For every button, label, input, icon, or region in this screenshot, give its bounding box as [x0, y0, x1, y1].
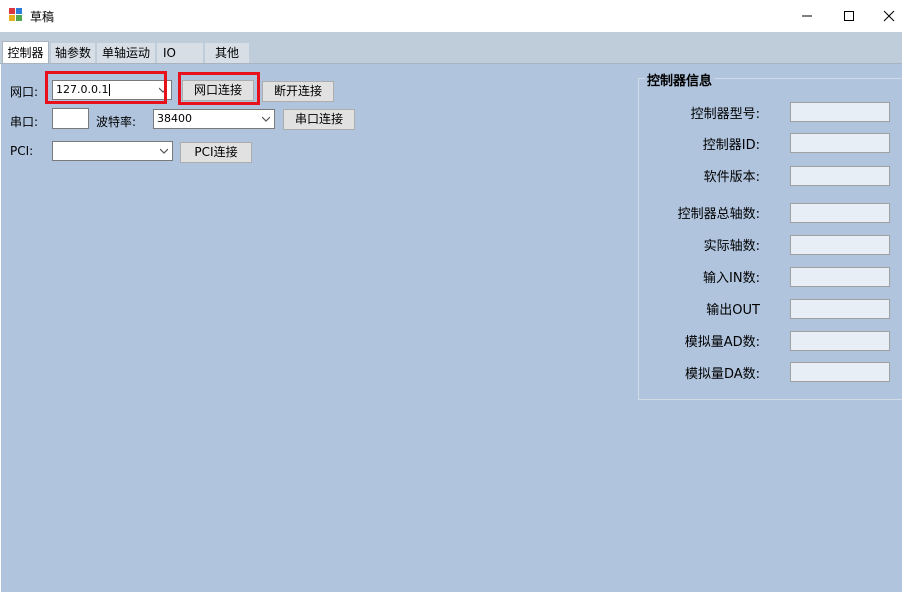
chevron-down-icon [262, 116, 270, 122]
pci-label: PCI: [10, 144, 34, 158]
close-icon [883, 10, 895, 22]
info-field-input-count [790, 267, 890, 287]
close-button[interactable] [866, 0, 902, 32]
info-field-total-axes [790, 203, 890, 223]
chevron-down-icon [160, 148, 168, 154]
info-label-analog-ad: 模拟量AD数: [684, 335, 760, 350]
serial-connect-button[interactable]: 串口连接 [283, 109, 355, 130]
network-label: 网口: [10, 85, 39, 99]
info-field-software-version [790, 166, 890, 186]
info-label-model: 控制器型号: [690, 107, 760, 122]
info-field-analog-da [790, 362, 890, 382]
tab-io[interactable]: IO [157, 43, 203, 64]
highlight-connect-button [178, 72, 260, 105]
serial-port-input[interactable] [52, 108, 89, 129]
controller-info-title: 控制器信息 [645, 70, 715, 89]
app-icon [9, 8, 22, 21]
tab-bar: 控制器 轴参数 单轴运动 IO 其他 [0, 32, 902, 64]
tab-axis-params[interactable]: 轴参数 [51, 43, 95, 64]
info-field-output-count [790, 299, 890, 319]
tab-single-axis-motion[interactable]: 单轴运动 [97, 43, 155, 64]
highlight-ip-field [45, 71, 167, 104]
info-label-total-axes: 控制器总轴数: [677, 207, 760, 222]
pci-combo[interactable] [52, 141, 173, 161]
maximize-icon [844, 11, 854, 21]
minimize-button[interactable] [784, 0, 830, 32]
baud-rate-value: 38400 [157, 112, 192, 125]
disconnect-button[interactable]: 断开连接 [262, 81, 334, 102]
tab-controller[interactable]: 控制器 [2, 41, 49, 64]
info-label-actual-axes: 实际轴数: [703, 239, 760, 254]
info-field-analog-ad [790, 331, 890, 351]
baud-rate-label: 波特率: [96, 115, 137, 129]
serial-label: 串口: [10, 115, 39, 129]
info-field-actual-axes [790, 235, 890, 255]
info-field-model [790, 102, 890, 122]
info-label-output-count: 输出OUT [706, 303, 760, 318]
title-bar: 草稿 [0, 0, 902, 32]
window-title: 草稿 [30, 10, 55, 24]
pci-connect-button[interactable]: PCI连接 [180, 142, 252, 163]
info-label-analog-da: 模拟量DA数: [684, 367, 760, 382]
baud-rate-combo[interactable]: 38400 [153, 109, 275, 129]
info-label-software-version: 软件版本: [703, 170, 760, 185]
tab-other[interactable]: 其他 [205, 43, 249, 64]
info-label-id: 控制器ID: [702, 138, 760, 153]
info-field-id [790, 133, 890, 153]
info-label-input-count: 输入IN数: [703, 271, 760, 286]
minimize-icon [802, 15, 812, 17]
